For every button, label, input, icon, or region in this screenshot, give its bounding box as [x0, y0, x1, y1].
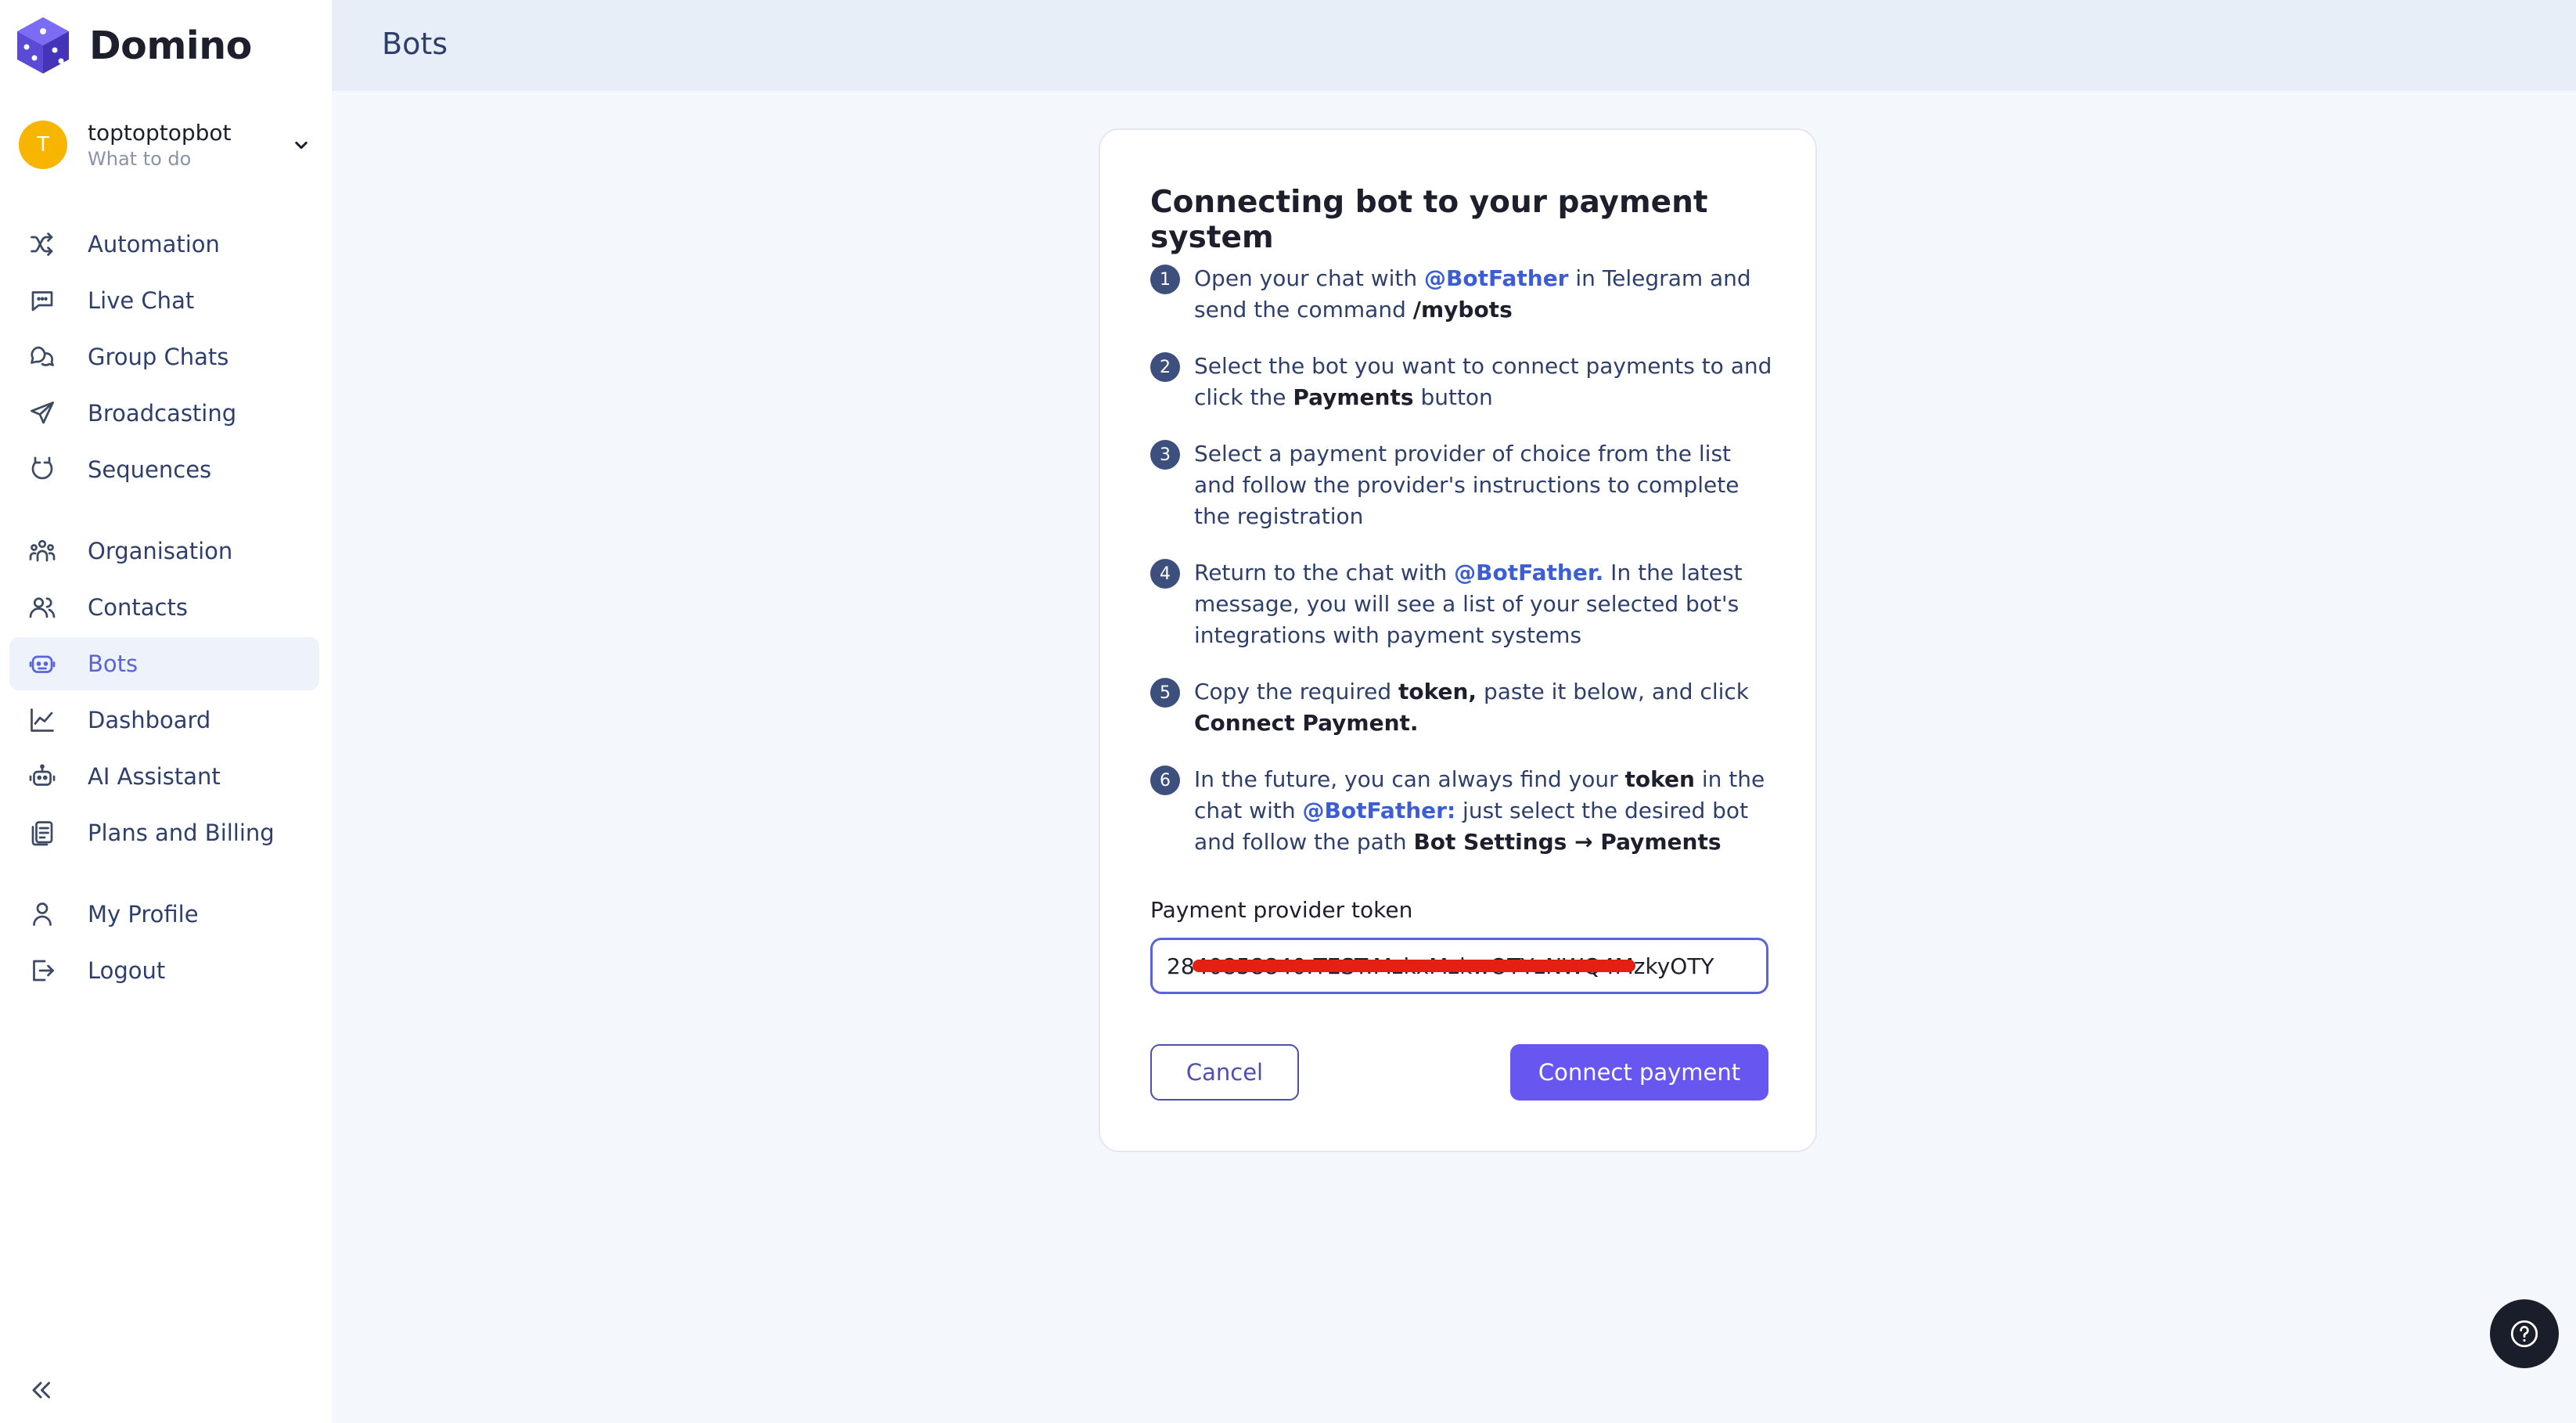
organisation-icon: [27, 535, 58, 567]
sidebar-item-label: Plans and Billing: [88, 820, 275, 846]
step-bold: token,: [1398, 679, 1477, 704]
sidebar-item-group-chats[interactable]: Group Chats: [9, 330, 319, 384]
sidebar-item-dashboard[interactable]: Dashboard: [9, 693, 319, 747]
step-bold: Payments: [1293, 384, 1414, 410]
step-text: Select the bot you want to connect payme…: [1194, 351, 1776, 413]
sidebar-item-my-profile[interactable]: My Profile: [9, 888, 319, 941]
bot-icon: [27, 648, 58, 679]
step-bold: Connect Payment.: [1194, 710, 1419, 736]
step-item: 5 Copy the required token, paste it belo…: [1150, 676, 1776, 739]
sidebar-item-broadcasting[interactable]: Broadcasting: [9, 387, 319, 440]
sidebar-item-label: Organisation: [88, 538, 233, 564]
sidebar-item-label: AI Assistant: [88, 763, 221, 790]
step-bold: /mybots: [1412, 297, 1513, 322]
step-text-part: Open your chat with: [1194, 265, 1425, 291]
step-number: 3: [1150, 440, 1180, 470]
step-item: 2 Select the bot you want to connect pay…: [1150, 351, 1776, 413]
step-text-part: button: [1413, 384, 1493, 410]
account-text: toptoptopbot What to do: [88, 119, 290, 171]
step-number: 2: [1150, 352, 1180, 382]
chart-line-icon: [27, 704, 58, 736]
payment-token-input[interactable]: [1150, 938, 1768, 994]
step-item: 3 Select a payment provider of choice fr…: [1150, 438, 1776, 532]
sidebar-item-automation[interactable]: Automation: [9, 218, 319, 271]
sidebar-item-organisation[interactable]: Organisation: [9, 524, 319, 578]
app-root: Domino T toptoptopbot What to do Automat…: [0, 0, 2576, 1423]
sidebar-item-label: Broadcasting: [88, 400, 237, 427]
account-name: toptoptopbot: [88, 120, 232, 146]
payment-connect-card: Connecting bot to your payment system 1 …: [1099, 128, 1817, 1152]
group-chat-icon: [27, 341, 58, 373]
paper-plane-icon: [27, 398, 58, 429]
domino-logo-icon: [17, 17, 69, 74]
step-text: Select a payment provider of choice from…: [1194, 441, 1740, 529]
sidebar-item-label: Automation: [88, 231, 220, 258]
token-field-label: Payment provider token: [1150, 897, 1413, 923]
sidebar-item-label: My Profile: [88, 901, 199, 928]
step-number: 6: [1150, 766, 1180, 795]
step-text-part: In the future, you can always find your: [1194, 766, 1625, 792]
sidebar-item-ai-assistant[interactable]: AI Assistant: [9, 750, 319, 803]
shuffle-icon: [27, 229, 58, 260]
connect-payment-button[interactable]: Connect payment: [1510, 1044, 1768, 1101]
sidebar: Domino T toptoptopbot What to do Automat…: [0, 0, 332, 1423]
step-text-part: Return to the chat with: [1194, 560, 1455, 585]
sidebar-item-label: Logout: [88, 957, 166, 984]
step-bold: token: [1624, 766, 1695, 792]
step-item: 1 Open your chat with @BotFather in Tele…: [1150, 263, 1776, 326]
sidebar-item-label: Dashboard: [88, 707, 211, 733]
step-item: 4 Return to the chat with @BotFather. In…: [1150, 557, 1776, 651]
step-text-part: Copy the required: [1194, 679, 1398, 704]
question-icon: [2510, 1320, 2538, 1348]
sidebar-item-bots[interactable]: Bots: [9, 637, 319, 690]
botfather-link[interactable]: @BotFather.: [1454, 560, 1603, 585]
logo[interactable]: Domino: [16, 14, 252, 77]
step-number: 1: [1150, 265, 1180, 294]
sidebar-item-label: Group Chats: [88, 344, 229, 370]
app-name: Domino: [89, 23, 252, 68]
robot-icon: [27, 761, 58, 792]
contacts-icon: [27, 592, 58, 623]
chat-bubble-icon: [27, 285, 58, 316]
sidebar-item-label: Bots: [88, 650, 139, 677]
sidebar-item-label: Sequences: [88, 456, 212, 483]
sidebar-item-sequences[interactable]: Sequences: [9, 443, 319, 496]
botfather-link[interactable]: @BotFather: [1424, 265, 1568, 291]
help-button[interactable]: [2490, 1299, 2559, 1368]
step-text-part: paste it below, and click: [1477, 679, 1749, 704]
sidebar-item-plans-billing[interactable]: Plans and Billing: [9, 806, 319, 859]
card-title: Connecting bot to your payment system: [1150, 185, 1708, 255]
step-item: 6 In the future, you can always find you…: [1150, 764, 1776, 858]
sidebar-item-label: Live Chat: [88, 287, 195, 314]
logout-icon: [27, 955, 58, 986]
account-subtitle: What to do: [88, 148, 192, 170]
step-text: Copy the required token, paste it below,…: [1194, 676, 1776, 739]
page-title: Bots: [382, 27, 448, 61]
billing-icon: [27, 817, 58, 848]
botfather-link[interactable]: @BotFather:: [1302, 798, 1455, 823]
cancel-button[interactable]: Cancel: [1150, 1044, 1299, 1101]
step-text: In the future, you can always find your …: [1194, 764, 1776, 858]
sidebar-item-label: Contacts: [88, 594, 188, 621]
sequence-icon: [27, 454, 58, 485]
avatar: T: [19, 121, 67, 169]
step-text: Return to the chat with @BotFather. In t…: [1194, 557, 1776, 651]
step-bold: Bot Settings → Payments: [1413, 829, 1722, 855]
step-number: 4: [1150, 559, 1180, 589]
account-switcher[interactable]: T toptoptopbot What to do: [19, 116, 313, 174]
sidebar-item-contacts[interactable]: Contacts: [9, 581, 319, 634]
sidebar-item-live-chat[interactable]: Live Chat: [9, 274, 319, 327]
collapse-sidebar-icon[interactable]: [27, 1376, 55, 1404]
sidebar-item-logout[interactable]: Logout: [9, 944, 319, 997]
user-icon: [27, 899, 58, 930]
page-header: Bots: [332, 0, 2576, 91]
step-text: Open your chat with @BotFather in Telegr…: [1194, 263, 1776, 326]
chevron-down-icon[interactable]: [290, 133, 313, 157]
step-number: 5: [1150, 678, 1180, 708]
